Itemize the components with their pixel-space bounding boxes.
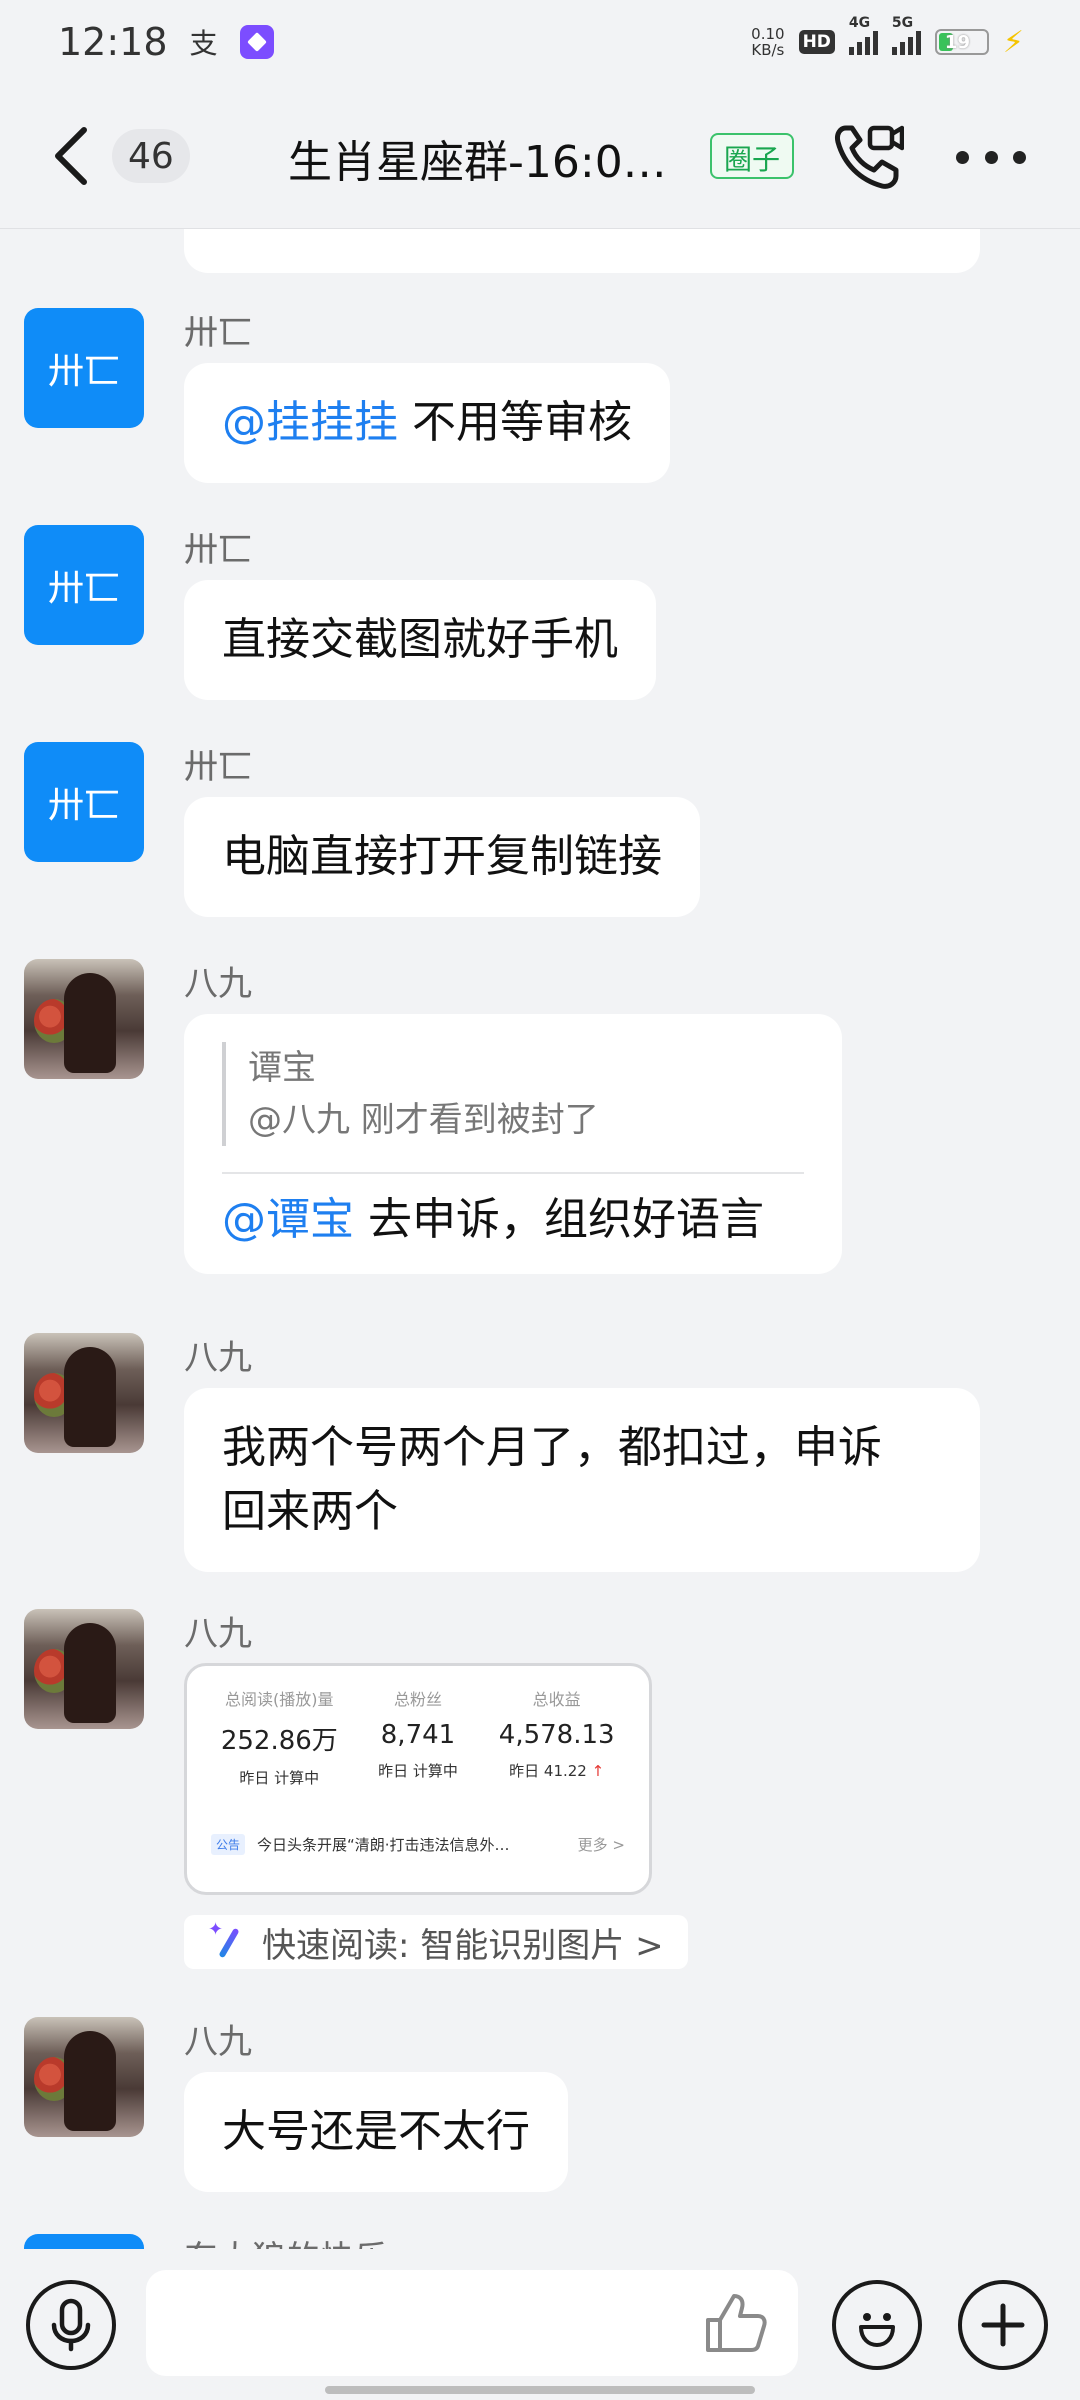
message-text: 不用等审核 bbox=[398, 397, 632, 448]
sender-name: 八九 bbox=[184, 1338, 252, 1378]
avatar[interactable] bbox=[24, 2234, 144, 2249]
message-text: 直接交截图就好手机 bbox=[222, 614, 618, 665]
mention-link[interactable]: @挂挂挂 bbox=[222, 397, 398, 448]
back-arrow-icon bbox=[55, 127, 87, 185]
screenshot-image: 总阅读(播放)量 252.86万 昨日 计算中 总粉丝 8,741 昨日 计算中… bbox=[205, 1680, 631, 1870]
battery-icon: 19 bbox=[934, 29, 989, 55]
status-time: 12:18 bbox=[58, 20, 168, 64]
hd-voice-icon: HD bbox=[798, 30, 835, 54]
plus-icon bbox=[981, 2303, 1025, 2347]
quick-read-label: 快速阅读: 智能识别图片 > bbox=[262, 1925, 664, 1966]
back-button[interactable] bbox=[50, 124, 94, 188]
avatar[interactable] bbox=[24, 959, 144, 1079]
stat-reads: 总阅读(播放)量 252.86万 昨日 计算中 bbox=[220, 1690, 338, 1787]
avatar[interactable]: 卅匸 bbox=[24, 525, 144, 645]
thumbs-up-icon[interactable] bbox=[702, 2290, 768, 2356]
signal-5g-icon: 5G bbox=[891, 15, 921, 55]
chat-message-list[interactable]: 卅匸 卅匸 @挂挂挂 不用等审核 卅匸 卅匸 直接交截图就好手机 卅匸 卅匸 电… bbox=[0, 229, 1080, 2249]
announcement-row: 公告 今日头条开展“清朗·打击违法信息外… 更多 > bbox=[211, 1824, 625, 1864]
magic-wand-icon bbox=[208, 1919, 246, 1959]
avatar[interactable]: 卅匸 bbox=[24, 742, 144, 862]
message-bubble[interactable]: 我两个号两个月了，都扣过，申诉 回来两个 bbox=[184, 1388, 980, 1572]
app-notification-icon bbox=[239, 25, 274, 59]
message-bubble[interactable]: 电脑直接打开复制链接 bbox=[184, 797, 700, 917]
message-input[interactable] bbox=[146, 2270, 798, 2376]
chat-header: 46 生肖星座群-16:0… 圈子 bbox=[0, 96, 1080, 216]
emoji-button[interactable] bbox=[832, 2280, 922, 2370]
sender-name: 卅匸 bbox=[184, 747, 252, 787]
message-bubble[interactable]: @挂挂挂 不用等审核 bbox=[184, 363, 670, 483]
divider bbox=[222, 1172, 804, 1174]
avatar[interactable] bbox=[24, 2017, 144, 2137]
message-text-line: 我两个号两个月了，都扣过，申诉 bbox=[222, 1422, 882, 1473]
message-bubble[interactable]: 直接交截图就好手机 bbox=[184, 580, 656, 700]
add-button[interactable] bbox=[958, 2280, 1048, 2370]
avatar[interactable]: 卅匸 bbox=[24, 308, 144, 428]
voice-button[interactable] bbox=[26, 2280, 116, 2370]
call-button[interactable] bbox=[832, 122, 905, 190]
home-indicator[interactable] bbox=[325, 2386, 755, 2394]
message-text-line: 回来两个 bbox=[222, 1486, 398, 1537]
announcement-text: 今日头条开展“清朗·打击违法信息外… bbox=[257, 1835, 510, 1854]
up-arrow-icon: ↑ bbox=[591, 1762, 605, 1780]
message-bubble[interactable]: 大号还是不太行 bbox=[184, 2072, 568, 2192]
sender-name: 东大狼的快乐 bbox=[184, 2231, 388, 2249]
quick-read-button[interactable]: 快速阅读: 智能识别图片 > bbox=[184, 1915, 688, 1969]
image-message[interactable]: 总阅读(播放)量 252.86万 昨日 计算中 总粉丝 8,741 昨日 计算中… bbox=[184, 1663, 652, 1895]
alipay-icon: 支 bbox=[189, 27, 218, 60]
avatar[interactable] bbox=[24, 1609, 144, 1729]
more-options-button[interactable] bbox=[956, 132, 1026, 182]
chat-title[interactable]: 生肖星座群-16:0… bbox=[288, 126, 708, 190]
input-bar bbox=[0, 2250, 1080, 2400]
unread-count-badge[interactable]: 46 bbox=[112, 129, 190, 183]
message-text: 去申诉，组织好语言 bbox=[354, 1194, 764, 1245]
message-bubble-partial[interactable] bbox=[184, 229, 980, 273]
stat-earnings: 总收益 4,578.13 昨日 41.22 ↑ bbox=[498, 1690, 615, 1780]
sender-name: 八九 bbox=[184, 1614, 252, 1654]
phone-video-icon bbox=[835, 125, 905, 189]
network-speed: 0.10 KB/s bbox=[751, 25, 785, 59]
status-bar: 12:18 支 0.10 KB/s HD 4G 5G 19 ⚡ bbox=[0, 0, 1080, 84]
signal-4g-icon: 4G bbox=[848, 15, 878, 55]
quoted-message[interactable]: 谭宝 @八九 刚才看到被封了 bbox=[222, 1042, 804, 1146]
charging-icon: ⚡ bbox=[1002, 24, 1024, 60]
announcement-tag: 公告 bbox=[211, 1833, 246, 1855]
message-bubble[interactable]: 谭宝 @八九 刚才看到被封了 @谭宝 去申诉，组织好语言 bbox=[184, 1014, 842, 1274]
avatar[interactable] bbox=[24, 1333, 144, 1453]
announcement-more: 更多 > bbox=[577, 1835, 625, 1854]
microphone-icon bbox=[51, 2298, 91, 2352]
sender-name: 卅匸 bbox=[184, 313, 252, 353]
message-text: 电脑直接打开复制链接 bbox=[222, 831, 662, 882]
stat-followers: 总粉丝 8,741 昨日 计算中 bbox=[378, 1690, 458, 1780]
circle-tag[interactable]: 圈子 bbox=[710, 133, 795, 179]
emoji-icon bbox=[859, 2313, 895, 2347]
mention-link[interactable]: @谭宝 bbox=[222, 1194, 354, 1245]
sender-name: 八九 bbox=[184, 964, 252, 1004]
message-text: 大号还是不太行 bbox=[222, 2106, 530, 2157]
quote-author: 谭宝 bbox=[248, 1048, 316, 1088]
quote-text: @八九 刚才看到被封了 bbox=[248, 1100, 599, 1140]
sender-name: 八九 bbox=[184, 2022, 252, 2062]
sender-name: 卅匸 bbox=[184, 530, 252, 570]
